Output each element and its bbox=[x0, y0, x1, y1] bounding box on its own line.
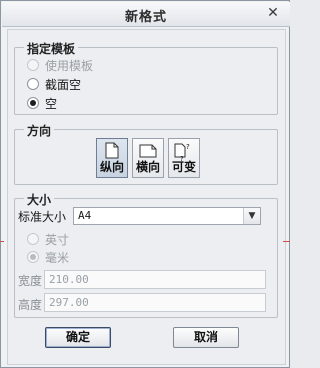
radio-mm-button[interactable] bbox=[27, 251, 39, 263]
template-group-label: 指定模板 bbox=[24, 40, 79, 57]
orientation-group: 方向 纵向 横向 ? ? 可变 bbox=[14, 122, 278, 185]
height-label: 高度 bbox=[18, 298, 43, 312]
radio-inch[interactable]: 英寸 bbox=[27, 231, 69, 247]
svg-text:?: ? bbox=[186, 143, 190, 151]
radio-empty-button[interactable] bbox=[27, 97, 39, 109]
standard-size-value: A4 bbox=[78, 209, 92, 222]
dialog-title: 新格式 bbox=[124, 10, 167, 25]
radio-use-template-label: 使用模板 bbox=[45, 58, 94, 73]
chevron-down-icon[interactable]: ▼ bbox=[243, 208, 260, 224]
variable-button[interactable]: ? ? 可变 bbox=[168, 138, 200, 178]
radio-mm-label: 毫米 bbox=[45, 250, 70, 265]
radio-empty-section-label: 截面空 bbox=[45, 77, 82, 92]
height-value: 297.00 bbox=[49, 296, 89, 309]
left-edge-marker bbox=[0, 241, 4, 242]
cancel-button[interactable]: 取消 bbox=[173, 327, 239, 348]
radio-mm[interactable]: 毫米 bbox=[27, 249, 69, 265]
radio-empty-label: 空 bbox=[45, 96, 58, 111]
radio-empty[interactable]: 空 bbox=[27, 95, 57, 111]
dialog-window: 新格式 ✕ 指定模板 使用模板 截面空 空 方向 纵向 横向 ? ? 可变 大小… bbox=[0, 0, 290, 368]
radio-empty-section[interactable]: 截面空 bbox=[27, 76, 81, 92]
width-label: 宽度 bbox=[18, 274, 43, 288]
radio-use-template-button[interactable] bbox=[27, 59, 39, 71]
size-group: 大小 标准大小 A4 ▼ 英寸 毫米 宽度 210.00 高度 297.00 bbox=[14, 191, 278, 318]
size-group-label: 大小 bbox=[24, 191, 55, 208]
portrait-page-icon bbox=[105, 142, 119, 159]
ok-button[interactable]: 确定 bbox=[45, 327, 111, 348]
radio-empty-section-button[interactable] bbox=[27, 78, 39, 90]
width-value: 210.00 bbox=[49, 273, 89, 286]
standard-size-select[interactable]: A4 ▼ bbox=[73, 207, 261, 225]
landscape-button[interactable]: 横向 bbox=[132, 138, 164, 178]
orientation-group-label: 方向 bbox=[24, 122, 55, 139]
right-edge-marker bbox=[283, 241, 290, 242]
title-bar[interactable]: 新格式 ✕ bbox=[2, 2, 290, 27]
radio-inch-label: 英寸 bbox=[45, 232, 70, 247]
variable-button-label: 可变 bbox=[171, 160, 196, 174]
standard-size-label: 标准大小 bbox=[18, 210, 67, 224]
landscape-page-icon bbox=[139, 144, 157, 158]
radio-inch-button[interactable] bbox=[27, 233, 39, 245]
height-field[interactable]: 297.00 bbox=[44, 293, 266, 312]
radio-use-template[interactable]: 使用模板 bbox=[27, 57, 93, 73]
dialog-body: 指定模板 使用模板 截面空 空 方向 纵向 横向 ? ? 可变 大小 标准大小 … bbox=[7, 29, 286, 365]
portrait-button[interactable]: 纵向 bbox=[96, 138, 128, 178]
width-field[interactable]: 210.00 bbox=[44, 270, 266, 289]
landscape-button-label: 横向 bbox=[135, 160, 160, 174]
portrait-button-label: 纵向 bbox=[99, 160, 124, 174]
template-group: 指定模板 使用模板 截面空 空 bbox=[14, 40, 278, 115]
close-icon[interactable]: ✕ bbox=[265, 5, 281, 21]
